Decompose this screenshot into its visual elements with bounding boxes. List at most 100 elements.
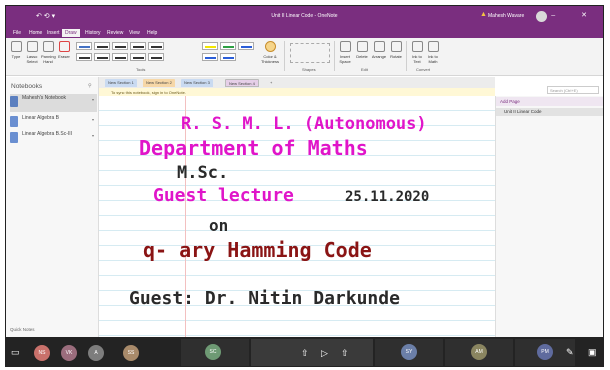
notebook-icon bbox=[10, 132, 18, 143]
chevron-down-icon[interactable]: ▾ bbox=[92, 133, 94, 138]
ribbon: Type Lasso Select Panning Hand Eraser Co… bbox=[6, 38, 603, 76]
group-edit-label: Edit bbox=[361, 67, 368, 72]
pin-icon[interactable]: ⚲ bbox=[88, 83, 92, 89]
ribbon-tabs: File Home Insert Draw History Review Vie… bbox=[6, 28, 603, 38]
pen-stroke bbox=[79, 57, 90, 59]
insert-space-button[interactable]: Insert Space bbox=[337, 41, 353, 64]
chevron-down-icon[interactable]: ▾ bbox=[92, 97, 94, 102]
ink-to-text-icon bbox=[411, 41, 423, 52]
pen-stroke bbox=[151, 46, 162, 48]
ink-line-guest-lecture: Guest lecture bbox=[153, 185, 294, 206]
pen-10[interactable] bbox=[148, 53, 164, 61]
arrange-icon bbox=[373, 41, 385, 52]
pen-blue[interactable] bbox=[238, 42, 254, 50]
section-tab[interactable]: New Section 4 bbox=[225, 79, 259, 87]
notebook-item[interactable]: Linear Algebra B.Sc-III ▾ bbox=[10, 130, 97, 148]
participant-avatar[interactable]: SS bbox=[123, 345, 139, 361]
warning-icon[interactable]: ▲ bbox=[480, 11, 487, 18]
tab-home[interactable]: Home bbox=[26, 29, 45, 37]
participant-avatar[interactable]: VK bbox=[61, 345, 77, 361]
sync-warning[interactable]: To sync this notebook, sign in to OneNot… bbox=[99, 88, 495, 96]
pen-5[interactable] bbox=[148, 42, 164, 50]
ink-line-topic: q- ary Hamming Code bbox=[143, 238, 372, 262]
panning-hand-button[interactable]: Panning Hand bbox=[41, 41, 56, 64]
tab-view[interactable]: View bbox=[126, 29, 143, 37]
add-page-button[interactable]: Add Page bbox=[496, 97, 603, 106]
page-list-item[interactable]: Unit II Linear Code bbox=[496, 108, 603, 116]
tab-review[interactable]: Review bbox=[104, 29, 126, 37]
pen-2[interactable] bbox=[94, 42, 110, 50]
ink-to-text-button[interactable]: Ink to Text bbox=[410, 41, 424, 64]
tab-history[interactable]: History bbox=[82, 29, 104, 37]
pen-4[interactable] bbox=[130, 42, 146, 50]
quick-notes-link[interactable]: Quick Notes bbox=[10, 327, 35, 332]
pen-6[interactable] bbox=[76, 53, 92, 61]
pen-3[interactable] bbox=[112, 42, 128, 50]
color-thickness-button[interactable]: Color & Thickness bbox=[259, 41, 281, 64]
type-button[interactable]: Type bbox=[9, 41, 23, 59]
pen-stroke bbox=[133, 46, 144, 48]
tab-draw[interactable]: Draw bbox=[62, 29, 80, 37]
participant-avatar: SC bbox=[205, 344, 221, 360]
tab-insert[interactable]: Insert bbox=[44, 29, 63, 37]
pages-pane: Add Page Unit II Linear Code bbox=[495, 96, 603, 337]
pen-9[interactable] bbox=[130, 53, 146, 61]
section-tab[interactable]: New Section 1 bbox=[105, 79, 137, 87]
pen-stroke bbox=[79, 46, 90, 48]
notebook-item[interactable]: Mahesh's Notebook ▾ bbox=[10, 94, 97, 112]
user-name[interactable]: Mahesh Wavare bbox=[488, 13, 524, 19]
ink-to-math-icon bbox=[427, 41, 439, 52]
ink-to-math-button[interactable]: Ink to Math bbox=[426, 41, 440, 64]
type-icon bbox=[10, 41, 22, 52]
pen-12[interactable] bbox=[220, 53, 236, 61]
video-tile[interactable]: ⇧ ▷ ⇧ bbox=[251, 339, 373, 366]
eraser-button[interactable]: Eraser bbox=[57, 41, 71, 59]
chevron-down-icon[interactable]: ▾ bbox=[92, 117, 94, 122]
group-tools-label: Tools bbox=[136, 67, 146, 72]
arrange-button[interactable]: Arrange bbox=[371, 41, 387, 59]
pen-7[interactable] bbox=[94, 53, 110, 61]
highlighter-green[interactable] bbox=[220, 42, 236, 50]
participant-tile[interactable]: AM bbox=[445, 339, 513, 366]
page-canvas[interactable]: R. S. M. L. (Autonomous) Department of M… bbox=[99, 96, 495, 337]
avatar[interactable] bbox=[536, 11, 547, 22]
notebook-nav: Notebooks ⚲ Mahesh's Notebook ▾ Linear Al… bbox=[6, 77, 99, 337]
pen-11[interactable] bbox=[202, 53, 218, 61]
participant-tile[interactable]: SC bbox=[181, 339, 249, 366]
screen-share-icon[interactable]: ▣ bbox=[588, 347, 597, 358]
lasso-select-button[interactable]: Lasso Select bbox=[25, 41, 39, 64]
notebooks-header: Notebooks bbox=[11, 83, 43, 90]
pen-stroke bbox=[241, 46, 252, 48]
tab-help[interactable]: Help bbox=[144, 29, 160, 37]
shapes-gallery[interactable] bbox=[290, 43, 330, 63]
delete-icon bbox=[356, 41, 368, 52]
title-bar: ↶ ⟲ ▾ Unit II Linear Code - OneNote ▲ Ma… bbox=[6, 6, 603, 28]
participant-avatar[interactable]: NS bbox=[34, 345, 50, 361]
tab-file[interactable]: File bbox=[10, 29, 24, 37]
pen-stroke bbox=[205, 57, 216, 59]
delete-button[interactable]: Delete bbox=[355, 41, 369, 59]
section-tab[interactable]: New Section 3 bbox=[181, 79, 213, 87]
play-icon[interactable]: ▷ bbox=[321, 348, 328, 359]
highlighter-yellow[interactable] bbox=[202, 42, 218, 50]
search-input[interactable]: Search (Ctrl+E) bbox=[547, 86, 599, 94]
eraser-icon bbox=[58, 41, 70, 52]
palette-icon bbox=[264, 41, 276, 52]
participant-avatar[interactable]: A bbox=[88, 345, 104, 361]
rotate-button[interactable]: Rotate bbox=[389, 41, 403, 59]
pen-icon[interactable]: ✎ bbox=[566, 347, 574, 358]
participant-tile[interactable]: SY bbox=[375, 339, 443, 366]
pen-stroke bbox=[151, 57, 162, 59]
raise-hand-icon[interactable]: ⇧ bbox=[301, 348, 309, 359]
pen-8[interactable] bbox=[112, 53, 128, 61]
chat-icon[interactable]: ▭ bbox=[11, 347, 20, 358]
pen-1[interactable] bbox=[76, 42, 92, 50]
pen-stroke bbox=[115, 57, 126, 59]
mic-icon[interactable]: ⇧ bbox=[341, 348, 349, 359]
section-tab[interactable]: New Section 2 bbox=[143, 79, 175, 87]
meeting-bar: ▭ NS VK A SS SC ⇧ ▷ ⇧ SY AM PM ✎ ▣ bbox=[6, 337, 603, 366]
ink-line-department: Department of Maths bbox=[139, 136, 368, 160]
add-section-button[interactable]: + bbox=[267, 79, 275, 87]
section-tabs: New Section 1 New Section 2 New Section … bbox=[99, 77, 495, 88]
window-controls[interactable]: – ✕ bbox=[551, 11, 599, 19]
